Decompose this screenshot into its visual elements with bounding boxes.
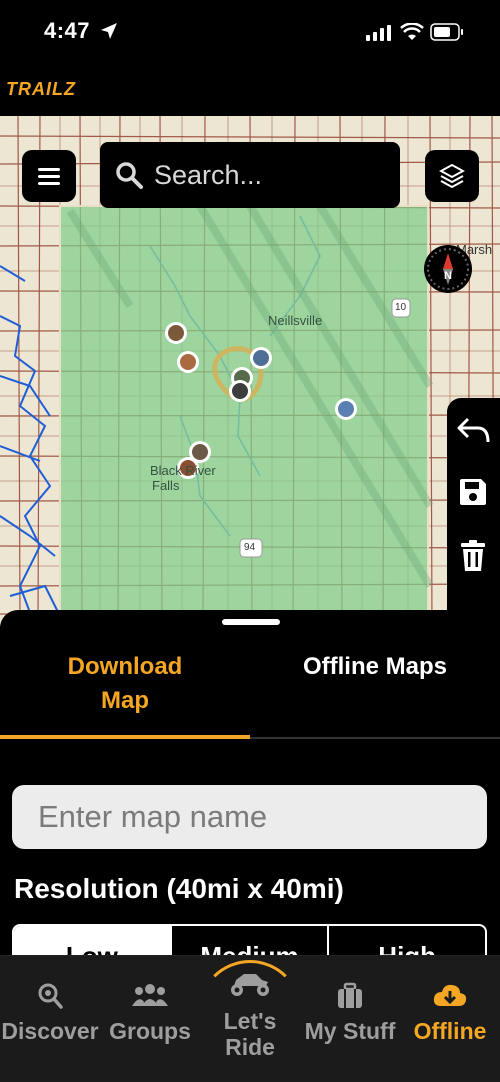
lets-ride-highlight-ring [198,960,302,1064]
town-label-falls: Falls [152,478,180,493]
map-tool-panel [447,398,500,626]
trailz-logo: TRAILZ [6,79,76,99]
tab-download-map-line1: Download [67,653,183,680]
floppy-save-icon [460,479,486,505]
hamburger-icon [38,168,60,185]
compass-n-label: N [444,270,452,282]
status-bar: 4:47 [0,0,500,66]
compass-button[interactable]: N [424,245,472,293]
tab-offline-maps[interactable]: Offline Maps [250,650,500,684]
resolution-label: Resolution (40mi x 40mi) [14,873,344,904]
tab-download-map-line2: Map [101,687,149,714]
nav-my-stuff-label: My Stuff [304,1018,396,1044]
search-bar[interactable] [100,142,400,208]
sheet-grabber[interactable] [222,619,280,625]
menu-button[interactable] [22,150,76,202]
search-icon [116,162,143,189]
nav-groups-label: Groups [109,1018,191,1044]
cellular-signal-icon [366,25,391,41]
status-time: 4:47 [44,18,91,43]
town-label-black-river: Black River [150,463,216,478]
cloud-download-icon [433,984,467,1006]
briefcase-icon [338,982,362,1008]
layers-icon [439,163,465,189]
layers-button[interactable] [425,150,479,202]
save-button[interactable] [455,474,491,510]
map-name-input[interactable] [12,785,487,849]
search-input[interactable] [154,159,394,191]
location-arrow-icon [101,23,117,39]
trash-icon [461,540,485,571]
nav-discover-label: Discover [1,1018,99,1044]
highway-shield-94: 94 [244,542,256,553]
highway-shield-10: 10 [395,302,407,313]
compass-icon [427,248,469,290]
active-tab-indicator [0,735,250,739]
search-pin-icon [38,983,63,1009]
undo-icon [457,417,490,443]
group-icon [132,984,168,1006]
wifi-icon [400,23,424,40]
delete-button[interactable] [455,538,491,574]
town-label-neillsville: Neillsville [268,313,323,328]
download-sheet: Download Map Offline Maps Resolution (40… [0,610,500,984]
tab-offline-maps-label: Offline Maps [302,653,447,680]
undo-button[interactable] [455,412,491,448]
nav-offline-label: Offline [413,1018,487,1044]
battery-icon [430,23,463,41]
tab-download-map[interactable]: Download Map [0,650,250,718]
